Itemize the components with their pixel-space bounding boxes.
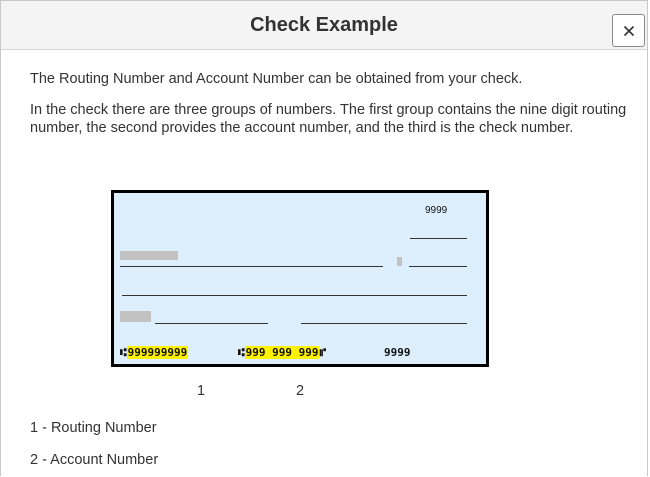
payee-placeholder — [120, 251, 178, 260]
check-number-top: 9999 — [425, 205, 448, 216]
description-text: In the check there are three groups of n… — [30, 102, 627, 136]
check-number: 9999 — [384, 346, 411, 359]
intro-text: The Routing Number and Account Number ca… — [30, 71, 523, 87]
routing-number-highlight: 999999999 — [126, 346, 189, 359]
legend-routing: 1 - Routing Number — [30, 420, 157, 436]
date-line — [410, 238, 467, 239]
written-amount-line — [122, 295, 467, 296]
marker-2: 2 — [296, 383, 305, 399]
marker-1: 1 — [197, 383, 206, 399]
dialog-title: Check Example — [250, 14, 398, 36]
account-symbol: ⑆ — [238, 346, 245, 359]
check-illustration — [111, 190, 489, 367]
payee-line — [120, 266, 383, 267]
signature-line — [301, 323, 467, 324]
amount-symbol-placeholder — [397, 257, 402, 266]
dialog-header: Check Example — [1, 1, 647, 50]
memo-line — [155, 323, 268, 324]
memo-placeholder — [120, 311, 151, 322]
micr-routing: ⑆999999999 — [120, 344, 189, 361]
on-us-symbol: ⑈ — [319, 346, 327, 359]
account-number-highlight: 999 999 999 — [244, 346, 320, 359]
micr-check-number: 9999 — [384, 344, 411, 361]
close-button[interactable] — [612, 14, 645, 47]
micr-account: ⑆999 999 999⑈ — [238, 344, 326, 361]
close-icon — [623, 25, 634, 36]
amount-line — [409, 266, 467, 267]
legend-account: 2 - Account Number — [30, 452, 159, 468]
routing-symbol: ⑆ — [120, 346, 127, 359]
